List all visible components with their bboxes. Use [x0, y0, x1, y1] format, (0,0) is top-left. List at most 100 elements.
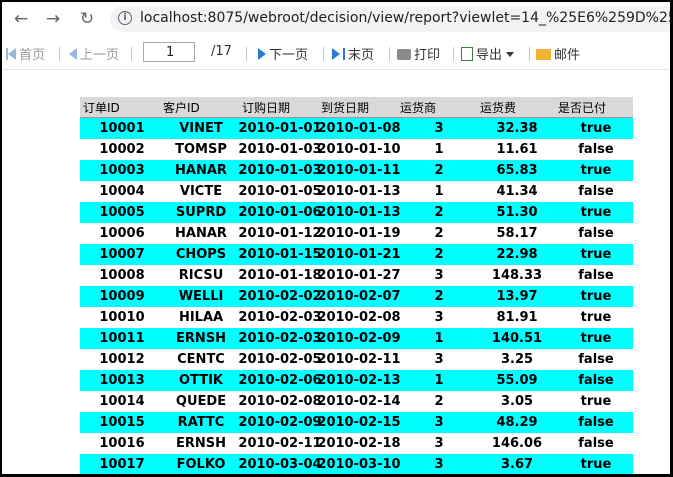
freight-cell: 11.61	[496, 142, 538, 157]
arrival-date-cell: 2010-01-13	[317, 205, 401, 220]
column-header: 客户ID	[163, 101, 200, 115]
customer-id-cell: OTTIK	[179, 373, 223, 388]
arrival-date-cell: 2010-01-19	[317, 226, 401, 241]
shipper-cell: 2	[434, 226, 444, 241]
arrival-date-cell: 2010-02-08	[317, 310, 401, 325]
export-button[interactable]: 导出	[461, 44, 515, 63]
freight-cell: 32.38	[496, 121, 538, 136]
column-header: 订单ID	[83, 101, 120, 115]
customer-id-cell: FOLKO	[176, 457, 226, 472]
order-id-cell: 10016	[99, 436, 145, 451]
order-date-cell: 2010-02-02	[238, 289, 322, 304]
shipper-cell: 3	[434, 436, 444, 451]
export-label: 导出	[476, 48, 503, 63]
arrival-date-cell: 2010-01-27	[317, 268, 401, 283]
order-id-cell: 10003	[99, 163, 145, 178]
arrival-date-cell: 2010-01-08	[317, 121, 401, 136]
forward-arrow-icon[interactable]: →	[42, 8, 64, 30]
paid-cell: true	[580, 331, 612, 346]
shipper-cell: 3	[434, 457, 444, 472]
arrival-date-cell: 2010-02-18	[317, 436, 401, 451]
next-page-label: 下一页	[269, 48, 309, 63]
print-icon	[397, 49, 411, 60]
order-id-cell: 10010	[99, 310, 145, 325]
paid-cell: false	[578, 268, 614, 283]
freight-cell: 22.98	[496, 247, 538, 262]
shipper-cell: 3	[434, 268, 444, 283]
first-page-button[interactable]: 首页	[6, 44, 45, 63]
order-id-cell: 10008	[99, 268, 145, 283]
order-date-cell: 2010-02-03	[238, 310, 322, 325]
freight-cell: 13.97	[496, 289, 538, 304]
order-id-cell: 10009	[99, 289, 145, 304]
customer-id-cell: VICTE	[179, 184, 223, 199]
last-page-button[interactable]: 末页	[332, 44, 374, 63]
order-id-cell: 10012	[99, 352, 145, 367]
arrival-date-cell: 2010-03-10	[317, 457, 401, 472]
table-row: 10008 RICSU 2010-01-18 2010-01-27 3 148.33 fal…	[80, 265, 633, 286]
shipper-cell: 1	[434, 331, 444, 346]
report-toolbar: 首页 上一页 下一页 末页 打印 导出 邮件	[2, 37, 670, 70]
mail-button[interactable]: 邮件	[536, 44, 580, 63]
order-date-cell: 2010-01-03	[238, 163, 322, 178]
order-date-cell: 2010-01-15	[238, 247, 322, 262]
print-button[interactable]: 打印	[397, 44, 440, 63]
prev-page-button[interactable]: 上一页	[69, 44, 119, 63]
customer-id-cell: HANAR	[175, 163, 227, 178]
table-row: 10011 ERNSH 2010-02-03 2010-02-09 1 140.51 tru…	[80, 328, 633, 349]
shipper-cell: 3	[434, 121, 444, 136]
mail-icon	[536, 49, 551, 60]
arrival-date-cell: 2010-02-09	[317, 331, 401, 346]
arrival-date-cell: 2010-02-07	[317, 289, 401, 304]
order-date-cell: 2010-02-05	[238, 352, 322, 367]
shipper-cell: 3	[434, 415, 444, 430]
order-date-cell: 2010-01-03	[238, 142, 322, 157]
order-id-cell: 10013	[99, 373, 145, 388]
arrival-date-cell: 2010-02-14	[317, 394, 401, 409]
order-id-cell: 10007	[99, 247, 145, 262]
table-row: 10015 RATTC 2010-02-09 2010-02-15 3 48.29 fals…	[80, 412, 633, 433]
paid-cell: false	[578, 352, 614, 367]
freight-cell: 140.51	[491, 331, 543, 346]
table-row: 10012 CENTC 2010-02-05 2010-02-11 3 3.25 false	[80, 349, 633, 370]
url-field[interactable]: i localhost:8075/webroot/decision/view/r…	[110, 6, 670, 32]
customer-id-cell: ERNSH	[175, 436, 227, 451]
order-date-cell: 2010-03-04	[238, 457, 322, 472]
freight-cell: 3.05	[500, 394, 534, 409]
print-label: 打印	[414, 48, 441, 63]
paid-cell: true	[580, 310, 612, 325]
last-page-icon	[332, 48, 340, 60]
toolbar-divider	[323, 47, 324, 61]
shipper-cell: 3	[434, 310, 444, 325]
customer-id-cell: TOMSP	[175, 142, 227, 157]
order-date-cell: 2010-01-18	[238, 268, 322, 283]
freight-cell: 65.83	[496, 163, 538, 178]
shipper-cell: 2	[434, 163, 444, 178]
paid-cell: true	[580, 163, 612, 178]
shipper-cell: 2	[434, 205, 444, 220]
page-number-input[interactable]: 1	[143, 42, 195, 62]
order-date-cell: 2010-02-09	[238, 415, 322, 430]
order-id-cell: 10015	[99, 415, 145, 430]
customer-id-cell: ERNSH	[175, 331, 227, 346]
freight-cell: 3.67	[500, 457, 534, 472]
order-id-cell: 10014	[99, 394, 145, 409]
arrival-date-cell: 2010-02-13	[317, 373, 401, 388]
info-icon[interactable]: i	[118, 11, 132, 25]
reload-icon[interactable]: ↻	[76, 8, 98, 30]
back-arrow-icon[interactable]: ←	[10, 8, 32, 30]
order-date-cell: 2010-02-11	[238, 436, 322, 451]
order-date-cell: 2010-01-05	[238, 184, 322, 199]
table-row: 10014 QUEDE 2010-02-08 2010-02-14 2 3.05 true	[80, 391, 633, 412]
freight-cell: 3.25	[500, 352, 534, 367]
shipper-cell: 2	[434, 394, 444, 409]
table-row: 10016 ERNSH 2010-02-11 2010-02-18 3 146.06 fal…	[80, 433, 633, 454]
customer-id-cell: WELLI	[178, 289, 224, 304]
shipper-cell: 3	[434, 352, 444, 367]
next-page-button[interactable]: 下一页	[258, 44, 308, 63]
arrival-date-cell: 2010-01-11	[317, 163, 401, 178]
paid-cell: true	[580, 205, 612, 220]
order-date-cell: 2010-02-03	[238, 331, 322, 346]
address-bar: ← → ↻ i localhost:8075/webroot/decision/…	[2, 2, 670, 36]
first-page-label: 首页	[19, 48, 46, 63]
